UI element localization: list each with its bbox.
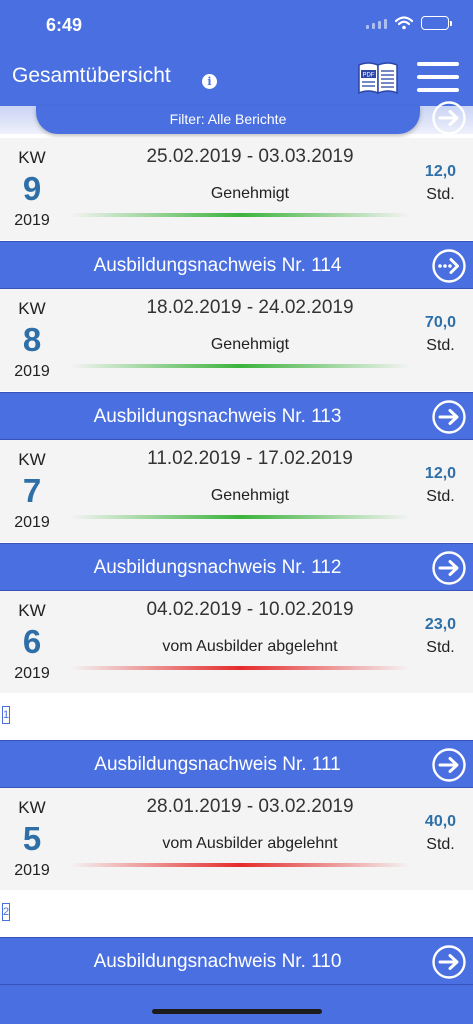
filter-button[interactable]: Filter: Alle Berichte — [36, 106, 420, 134]
hours-unit: Std. — [426, 836, 455, 853]
report-status: Genehmigt — [210, 185, 290, 202]
report-status: Genehmigt — [210, 336, 290, 353]
kw-number: 9 — [22, 170, 42, 207]
report-title: Ausbildungsnachweis Nr. 110 — [93, 951, 342, 972]
status-bar: 6:49 — [0, 0, 473, 50]
status-icons — [366, 16, 452, 30]
status-line-approved — [70, 364, 410, 368]
arrow-right-icon[interactable] — [431, 100, 467, 136]
date-range: 04.02.2019 - 10.02.2019 — [146, 599, 354, 620]
report-status: vom Ausbilder abgelehnt — [162, 835, 338, 852]
hours-value: 70,0 — [424, 314, 457, 331]
report-title: Ausbildungsnachweis Nr. 112 — [93, 557, 342, 578]
report-header[interactable]: Ausbildungsnachweis Nr. 114 — [0, 241, 473, 289]
report-body[interactable]: KW 8 2019 18.02.2019 - 24.02.2019 Genehm… — [0, 289, 473, 391]
hours-value: 40,0 — [424, 813, 457, 830]
report-body[interactable]: KW 5 2019 28.01.2019 - 03.02.2019 vom Au… — [0, 788, 473, 890]
report-title: Ausbildungsnachweis Nr. 111 — [94, 754, 341, 775]
kw-year: 2019 — [14, 363, 50, 380]
status-line-rejected — [70, 666, 410, 670]
home-indicator[interactable] — [152, 1009, 322, 1014]
hours-unit: Std. — [426, 186, 455, 203]
wifi-icon — [395, 16, 413, 30]
info-icon[interactable]: i — [202, 74, 217, 89]
hours-value: 23,0 — [424, 616, 457, 633]
hours-unit: Std. — [426, 337, 455, 354]
hours-unit: Std. — [426, 488, 455, 505]
report-status: Genehmigt — [210, 487, 290, 504]
pdf-book-icon[interactable]: PDF — [357, 61, 399, 95]
report-body[interactable]: KW 6 2019 04.02.2019 - 10.02.2019 vom Au… — [0, 591, 473, 693]
kw-label: KW — [18, 601, 46, 620]
filter-area: Filter: Alle Berichte — [0, 101, 473, 138]
arrow-right-icon[interactable] — [431, 944, 467, 980]
report-status: vom Ausbilder abgelehnt — [162, 638, 338, 655]
date-range: 28.01.2019 - 03.02.2019 — [146, 796, 354, 817]
report-header[interactable]: Ausbildungsnachweis Nr. 112 — [0, 543, 473, 591]
hours-value: 12,0 — [424, 465, 457, 482]
signal-icon — [366, 17, 387, 29]
status-line-approved — [70, 515, 410, 519]
status-line-approved — [70, 213, 410, 217]
date-range: 11.02.2019 - 17.02.2019 — [147, 448, 353, 469]
kw-label: KW — [18, 148, 46, 167]
page-title: Gesamtübersicht — [12, 64, 171, 87]
battery-icon — [421, 16, 452, 30]
kw-number: 7 — [22, 472, 42, 509]
navbar: Gesamtübersicht i PDF — [0, 50, 473, 106]
kw-year: 2019 — [14, 665, 50, 682]
arrow-right-icon[interactable] — [431, 399, 467, 435]
status-time: 6:49 — [46, 15, 83, 35]
report-body[interactable]: KW 7 2019 11.02.2019 - 17.02.2019 Genehm… — [0, 440, 473, 542]
kw-number: 6 — [22, 623, 42, 660]
arrow-right-icon[interactable] — [431, 747, 467, 783]
date-range: 25.02.2019 - 03.03.2019 — [146, 146, 354, 167]
hours-value: 12,0 — [424, 163, 457, 180]
report-header[interactable]: Ausbildungsnachweis Nr. 113 — [0, 392, 473, 440]
report-header[interactable]: Ausbildungsnachweis Nr. 110 — [0, 937, 473, 985]
report-title: Ausbildungsnachweis Nr. 113 — [93, 406, 342, 427]
status-line-rejected — [70, 863, 410, 867]
home-area — [0, 985, 473, 1024]
rejection-marker[interactable]: 2 — [2, 903, 10, 921]
kw-number: 5 — [22, 820, 42, 857]
kw-label: KW — [18, 299, 46, 318]
svg-text:PDF: PDF — [363, 73, 375, 79]
date-range: 18.02.2019 - 24.02.2019 — [146, 297, 354, 318]
report-body[interactable]: KW 9 2019 25.02.2019 - 03.03.2019 Genehm… — [0, 138, 473, 240]
hours-unit: Std. — [426, 639, 455, 656]
report-header[interactable]: Ausbildungsnachweis Nr. 111 — [0, 740, 473, 788]
more-arrow-icon[interactable] — [431, 248, 467, 284]
hamburger-menu-icon[interactable] — [417, 62, 459, 92]
rejection-marker[interactable]: 1 — [2, 706, 10, 724]
kw-label: KW — [18, 450, 46, 469]
kw-number: 8 — [22, 321, 42, 358]
kw-year: 2019 — [14, 862, 50, 879]
kw-label: KW — [18, 798, 46, 817]
kw-year: 2019 — [14, 212, 50, 229]
report-title: Ausbildungsnachweis Nr. 114 — [93, 255, 342, 276]
arrow-right-icon[interactable] — [431, 550, 467, 586]
kw-year: 2019 — [14, 514, 50, 531]
